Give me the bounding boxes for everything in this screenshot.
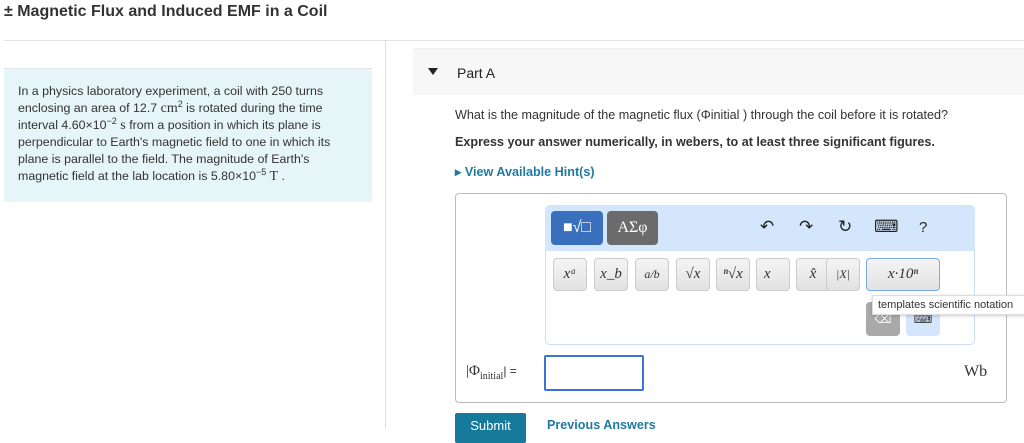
submit-button[interactable]: Submit (455, 413, 526, 443)
unit-vector-button[interactable]: x̂ (796, 258, 830, 291)
tooltip: templates scientific notation (872, 295, 1024, 315)
help-icon[interactable]: ? (919, 219, 927, 236)
answer-input[interactable] (544, 355, 644, 391)
answer-label: |Φinitial| = (466, 363, 517, 382)
question-text: What is the magnitude of the magnetic fl… (455, 108, 949, 122)
superscript-button[interactable]: xᵃ (553, 258, 587, 291)
page-title: ± Magnetic Flux and Induced EMF in a Coi… (4, 3, 328, 20)
collapse-triangle-icon[interactable] (428, 68, 438, 75)
undo-icon[interactable]: ↶ (760, 217, 774, 237)
vector-button[interactable]: x⃗ (756, 258, 790, 291)
divider (4, 40, 1024, 41)
keyboard-icon[interactable]: ⌨ (874, 217, 899, 237)
previous-answers-link[interactable]: Previous Answers (547, 418, 656, 432)
subscript-button[interactable]: x_b (594, 258, 628, 291)
sqrt-button[interactable]: √x (676, 258, 710, 291)
absolute-value-button[interactable]: |X| (826, 258, 860, 291)
greek-symbols-button[interactable]: ΑΣφ (607, 211, 658, 245)
view-hints-link[interactable]: ▸ View Available Hint(s) (455, 164, 595, 179)
reset-icon[interactable]: ↻ (838, 217, 852, 237)
part-header[interactable] (413, 48, 1024, 95)
scientific-notation-button[interactable]: x·10ⁿ (866, 258, 940, 291)
nth-root-button[interactable]: ⁿ√x (716, 258, 750, 291)
problem-statement: In a physics laboratory experiment, a co… (4, 68, 372, 202)
templates-button[interactable]: ■√□ (551, 211, 603, 245)
fraction-button[interactable]: a/b (635, 258, 669, 291)
vertical-divider (385, 41, 386, 428)
unit-label: Wb (964, 363, 988, 380)
instructions: Express your answer numerically, in webe… (455, 135, 935, 149)
redo-icon[interactable]: ↷ (799, 217, 813, 237)
part-label[interactable]: Part A (457, 65, 495, 81)
